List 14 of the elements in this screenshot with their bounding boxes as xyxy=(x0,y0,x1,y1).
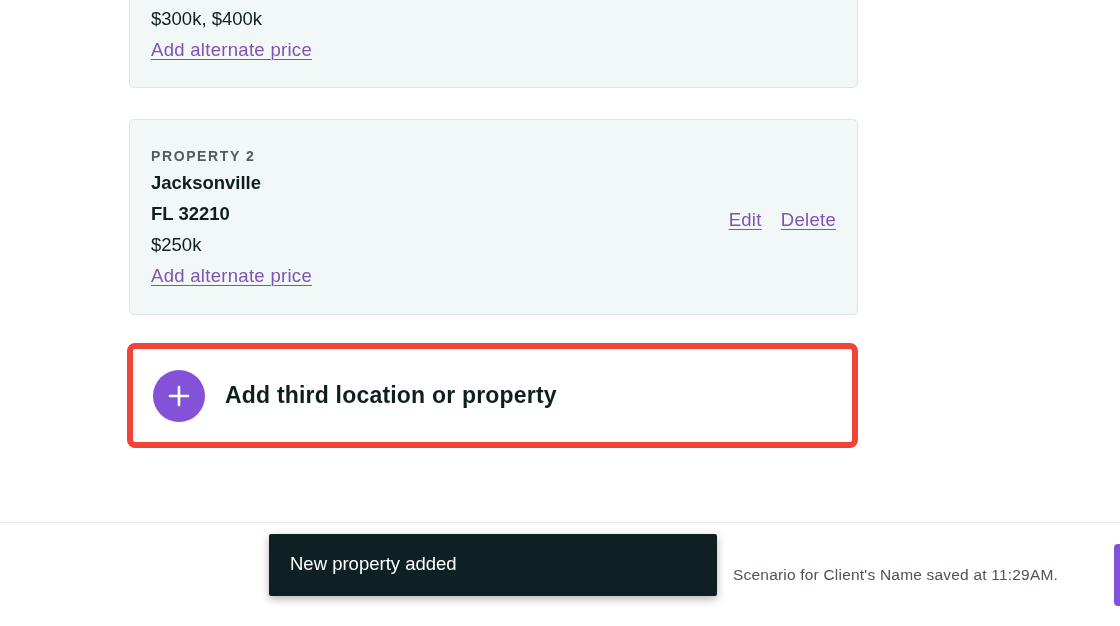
toast-message: New property added xyxy=(290,553,457,575)
property-region: FL 32210 xyxy=(151,202,230,226)
property-price: $300k, $400k xyxy=(151,7,263,31)
plus-icon xyxy=(153,369,205,422)
cut-off-button[interactable] xyxy=(1114,544,1120,606)
property-action-link[interactable]: Delete xyxy=(780,204,836,236)
add-property-button[interactable]: Add third location or property xyxy=(127,343,858,448)
property-city: Jacksonville xyxy=(151,171,262,195)
add-alternate-price-link[interactable]: Add alternate price xyxy=(151,260,312,292)
property-price: $250k xyxy=(151,233,202,257)
add-alternate-price-link[interactable]: Add alternate price xyxy=(151,34,312,66)
property-label: PROPERTY 2 xyxy=(151,147,256,166)
save-status-text: Scenario for Client's Name saved at 11:29AM. xyxy=(733,566,1059,584)
property-action-link[interactable]: Edit xyxy=(728,204,762,236)
